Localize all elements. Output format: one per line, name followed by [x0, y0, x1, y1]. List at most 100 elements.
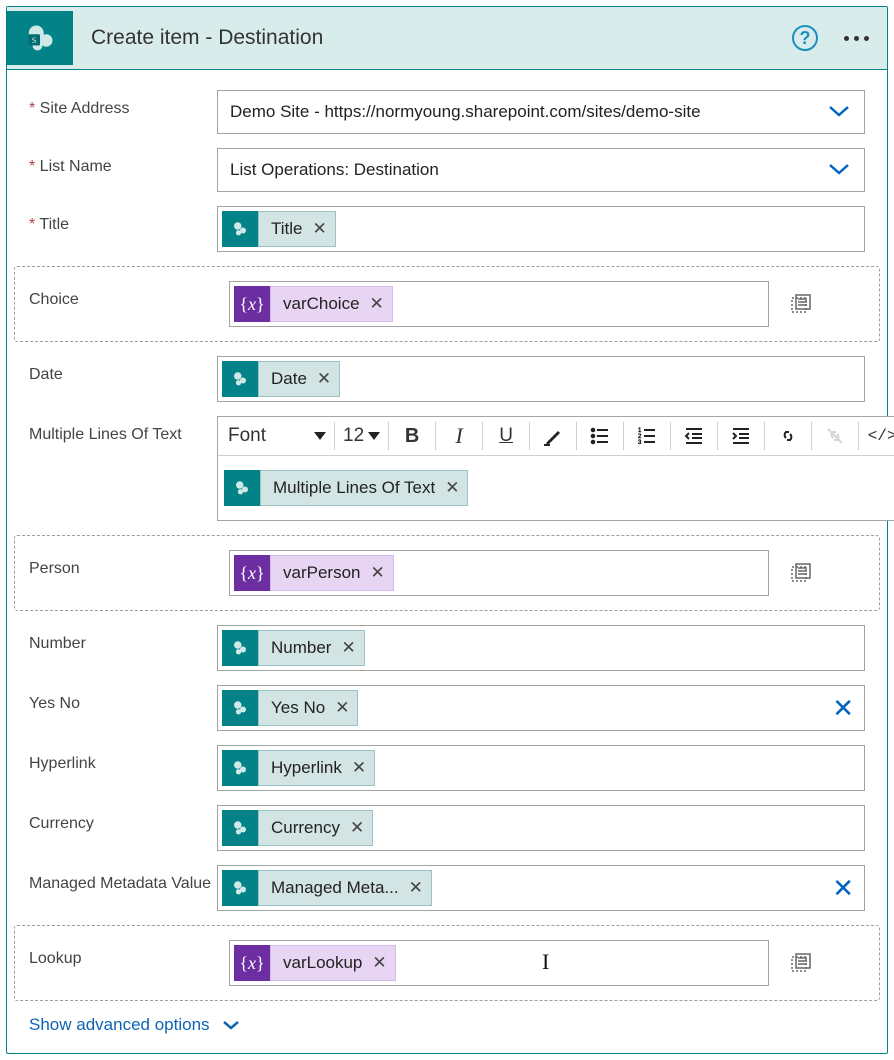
person-input[interactable]: {x} varPerson✕ — [229, 550, 769, 596]
variable-icon: {x} — [234, 286, 270, 322]
sharepoint-icon — [222, 211, 258, 247]
token-currency[interactable]: Currency✕ — [222, 810, 373, 846]
token-yesno[interactable]: Yes No✕ — [222, 690, 358, 726]
token-title[interactable]: Title✕ — [222, 211, 336, 247]
remove-token-icon[interactable]: ✕ — [313, 219, 327, 239]
remove-token-icon[interactable]: ✕ — [317, 369, 331, 389]
unlink-button[interactable] — [820, 421, 850, 451]
remove-token-icon[interactable]: ✕ — [409, 878, 423, 898]
token-metadata[interactable]: Managed Meta...✕ — [222, 870, 432, 906]
row-choice: Choice {x} varChoice✕ — [14, 266, 880, 342]
remove-token-icon[interactable]: ✕ — [370, 563, 384, 583]
font-family-dropdown[interactable]: Font — [226, 421, 326, 451]
token-varlookup[interactable]: {x} varLookup✕ — [234, 945, 396, 981]
remove-token-icon[interactable]: ✕ — [341, 638, 355, 658]
sharepoint-icon — [222, 870, 258, 906]
token-date[interactable]: Date✕ — [222, 361, 340, 397]
chevron-down-icon[interactable] — [828, 102, 850, 122]
token-number[interactable]: Number✕ — [222, 630, 365, 666]
action-card: S Create item - Destination ? Site Addre… — [6, 6, 888, 1054]
triangle-down-icon — [368, 432, 380, 440]
choice-input[interactable]: {x} varChoice✕ — [229, 281, 769, 327]
label-site-address: Site Address — [29, 90, 217, 118]
remove-token-icon[interactable]: ✕ — [370, 294, 384, 314]
row-mlot: Multiple Lines Of Text Font 12 B I U — [29, 416, 865, 521]
hyperlink-input[interactable]: Hyperlink✕ — [217, 745, 865, 791]
card-body: Site Address Demo Site - https://normyou… — [7, 70, 887, 1053]
bold-button[interactable]: B — [397, 421, 427, 451]
row-hyperlink: Hyperlink Hyperlink✕ — [29, 745, 865, 791]
sharepoint-connector-icon: S — [7, 11, 73, 65]
indent-button[interactable] — [726, 421, 756, 451]
token-varchoice[interactable]: {x} varChoice✕ — [234, 286, 393, 322]
number-input[interactable]: Number✕ — [217, 625, 865, 671]
svg-text:3: 3 — [638, 440, 642, 446]
variable-icon: {x} — [234, 555, 270, 591]
outdent-button[interactable] — [679, 421, 709, 451]
list-name-dropdown[interactable]: List Operations: Destination — [217, 148, 865, 192]
mlot-richtext[interactable]: Font 12 B I U 123 — [217, 416, 894, 521]
underline-button[interactable]: U — [491, 421, 521, 451]
label-yesno: Yes No — [29, 685, 217, 713]
label-metadata: Managed Metadata Value — [29, 865, 217, 893]
clear-field-icon[interactable]: ✕ — [832, 875, 854, 901]
link-button[interactable] — [773, 421, 803, 451]
sharepoint-icon — [222, 690, 258, 726]
token-mlot[interactable]: Multiple Lines Of Text✕ — [224, 470, 894, 506]
bullet-list-button[interactable] — [585, 421, 615, 451]
row-yesno: Yes No Yes No✕ ✕ — [29, 685, 865, 731]
sharepoint-icon — [222, 630, 258, 666]
clear-field-icon[interactable]: ✕ — [832, 695, 854, 721]
metadata-input[interactable]: Managed Meta...✕ ✕ — [217, 865, 865, 911]
row-list-name: List Name List Operations: Destination — [29, 148, 865, 192]
array-picker-icon[interactable] — [787, 559, 815, 587]
sharepoint-icon — [224, 470, 260, 506]
triangle-down-icon — [314, 432, 326, 440]
title-input[interactable]: Title✕ — [217, 206, 865, 252]
remove-token-icon[interactable]: ✕ — [350, 818, 364, 838]
token-varperson[interactable]: {x} varPerson✕ — [234, 555, 394, 591]
currency-input[interactable]: Currency✕ — [217, 805, 865, 851]
variable-icon: {x} — [234, 945, 270, 981]
token-hyperlink[interactable]: Hyperlink✕ — [222, 750, 375, 786]
sharepoint-icon — [222, 361, 258, 397]
label-person: Person — [29, 550, 229, 578]
remove-token-icon[interactable]: ✕ — [372, 953, 386, 973]
label-mlot: Multiple Lines Of Text — [29, 416, 217, 444]
svg-text:S: S — [32, 35, 37, 45]
label-lookup: Lookup — [29, 940, 229, 968]
more-actions-icon[interactable] — [844, 36, 869, 41]
show-advanced-options-link[interactable]: Show advanced options — [29, 1015, 865, 1035]
remove-token-icon[interactable]: ✕ — [335, 698, 349, 718]
yesno-input[interactable]: Yes No✕ ✕ — [217, 685, 865, 731]
numbered-list-button[interactable]: 123 — [632, 421, 662, 451]
font-size-dropdown[interactable]: 12 — [343, 425, 380, 447]
row-currency: Currency Currency✕ — [29, 805, 865, 851]
label-title: Title — [29, 206, 217, 234]
chevron-down-icon[interactable] — [828, 160, 850, 180]
lookup-input[interactable]: {x} varLookup✕ I — [229, 940, 769, 986]
highlight-button[interactable] — [538, 421, 568, 451]
richtext-toolbar: Font 12 B I U 123 — [218, 417, 894, 456]
help-icon[interactable]: ? — [792, 25, 818, 51]
site-address-dropdown[interactable]: Demo Site - https://normyoung.sharepoint… — [217, 90, 865, 134]
row-lookup: Lookup {x} varLookup✕ I — [14, 925, 880, 1001]
row-date: Date Date✕ — [29, 356, 865, 402]
row-metadata: Managed Metadata Value Managed Meta...✕ … — [29, 865, 865, 911]
sharepoint-icon — [222, 810, 258, 846]
row-site-address: Site Address Demo Site - https://normyou… — [29, 90, 865, 134]
array-picker-icon[interactable] — [787, 949, 815, 977]
sharepoint-icon — [222, 750, 258, 786]
card-header: S Create item - Destination ? — [7, 7, 887, 70]
label-number: Number — [29, 625, 217, 653]
label-currency: Currency — [29, 805, 217, 833]
remove-token-icon[interactable]: ✕ — [352, 758, 366, 778]
row-person: Person {x} varPerson✕ — [14, 535, 880, 611]
date-input[interactable]: Date✕ — [217, 356, 865, 402]
array-picker-icon[interactable] — [787, 290, 815, 318]
remove-token-icon[interactable]: ✕ — [445, 478, 459, 498]
italic-button[interactable]: I — [444, 421, 474, 451]
code-view-button[interactable]: </> — [867, 421, 894, 451]
row-number: Number Number✕ — [29, 625, 865, 671]
label-date: Date — [29, 356, 217, 384]
